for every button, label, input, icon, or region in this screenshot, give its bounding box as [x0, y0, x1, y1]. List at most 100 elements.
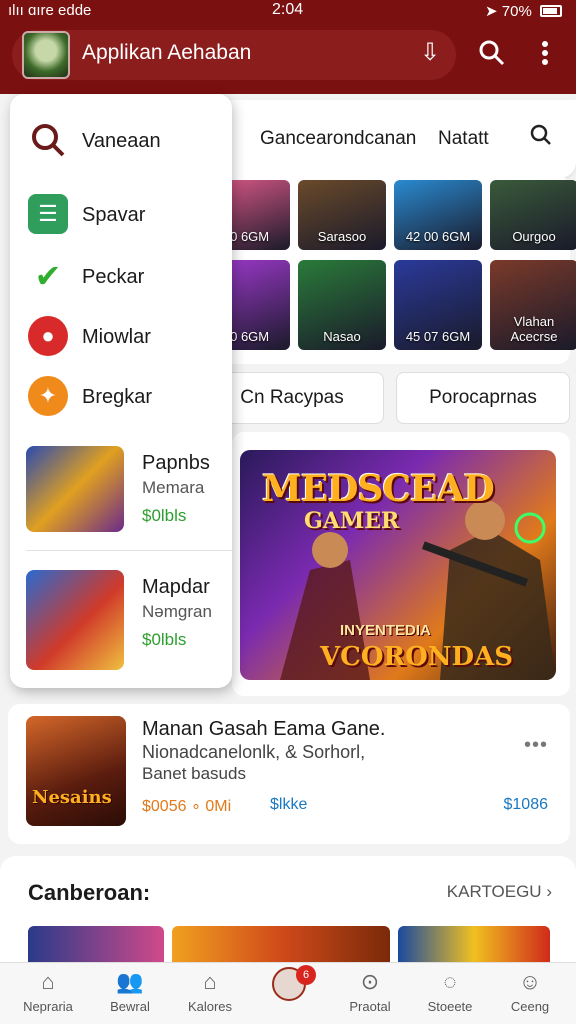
- featured-footer-small: INYENTEDIA: [340, 622, 431, 639]
- nav-label: Bewral: [110, 999, 150, 1014]
- app-title: Applikan Aehaban: [82, 41, 252, 64]
- category-thumb[interactable]: [172, 926, 390, 964]
- tab-new[interactable]: Natatt: [438, 128, 489, 150]
- game-tile[interactable]: Sarasoo: [298, 180, 386, 250]
- thumbnail-title: Nesains: [32, 787, 112, 808]
- drawer-item-label: Miowlar: [82, 326, 151, 348]
- nav-item-chat[interactable]: ◌ Stoeete: [410, 969, 490, 1014]
- game-price: $0lbls: [142, 506, 187, 525]
- drawer-item-peckar[interactable]: ✔ Peckar: [10, 252, 232, 302]
- nav-item-explore[interactable]: ⊙ Praotal: [330, 969, 410, 1014]
- featured-banner[interactable]: MEDSCEAD GAMER INYENTEDIA VCORONDAS: [232, 432, 570, 696]
- chevron-right-icon: ›: [546, 882, 552, 901]
- featured-footer: VCORONDAS: [320, 642, 514, 672]
- game-tile[interactable]: 42 00 6GM: [394, 180, 482, 250]
- star-icon: ✦: [28, 376, 68, 416]
- section-link-label: KARTOEGU: [446, 882, 542, 901]
- home-icon: ⌂: [41, 969, 55, 994]
- status-bar: ılıı ɑıre edde 2:04 ➤ 70%: [0, 0, 576, 22]
- more-options-icon[interactable]: •••: [524, 734, 548, 757]
- nav-label: Stoeete: [427, 999, 473, 1014]
- tile-label: Nasao: [323, 329, 361, 344]
- filter-chip[interactable]: Porocaprnas: [396, 372, 570, 424]
- nav-item-people[interactable]: 👥 Bewral: [90, 969, 170, 1014]
- bag-icon: ⌂: [203, 969, 217, 994]
- game-thumbnail: [26, 570, 124, 670]
- check-icon: ✔: [34, 258, 62, 294]
- nav-label: Ceeng: [510, 999, 550, 1014]
- bottom-navigation: ⌂ Nepraria 👥 Bewral ⌂ Kalores 6 ⊙ Praota…: [0, 962, 576, 1024]
- game-tile[interactable]: 45 07 6GM: [394, 260, 482, 350]
- game-developer: Nionadcanelonlk, & Sorhorl,: [142, 742, 366, 762]
- battery-icon: [540, 5, 562, 17]
- pin-icon: ●: [28, 316, 68, 356]
- game-tile-grid: 10 6GM Sarasoo 42 00 6GM Ourgoo 10 6GM N…: [200, 176, 576, 364]
- game-tile[interactable]: Ourgoo: [490, 180, 576, 250]
- nav-item-bag[interactable]: ⌂ Kalores: [170, 969, 250, 1014]
- tile-label: Ourgoo: [512, 229, 556, 244]
- game-thumbnail: Nesains: [26, 716, 126, 826]
- notification-badge: 6: [296, 965, 316, 985]
- featured-art: MEDSCEAD GAMER INYENTEDIA VCORONDAS: [240, 450, 556, 680]
- tile-label: Sarasoo: [317, 229, 367, 244]
- search-icon: ⊙: [360, 969, 380, 994]
- location-icon: ➤: [485, 3, 498, 20]
- people-icon: 👥: [116, 969, 144, 994]
- game-tile[interactable]: Vlahan Acecrse: [490, 260, 576, 350]
- drawer-item-search[interactable]: Vaneaan: [10, 116, 232, 166]
- tab-category[interactable]: Gancearondcanan: [260, 128, 416, 150]
- game-thumbnail: [26, 446, 124, 532]
- drawer-item-label: Bregkar: [82, 386, 153, 408]
- drawer-item-spavar[interactable]: ☰ Spavar: [10, 190, 232, 240]
- carrier-label: ılıı ɑıre edde: [8, 2, 92, 19]
- drawer-game-card[interactable]: Papnbs Memara $0lbls: [10, 446, 232, 566]
- section-title: Canberoan:: [28, 880, 151, 905]
- tile-label: 45 07 6GM: [405, 329, 471, 344]
- user-icon: ☺: [518, 969, 542, 994]
- battery-percent: 70%: [501, 3, 532, 20]
- section-link[interactable]: KARTOEGU ›: [447, 882, 552, 902]
- nav-label: Praotal: [349, 999, 391, 1014]
- game-price-right[interactable]: $1086: [504, 796, 549, 814]
- game-tile[interactable]: Nasao: [298, 260, 386, 350]
- drawer-game-card[interactable]: Mapdar Nəmgran $0lbls: [10, 570, 232, 690]
- game-name: Mapdar: [142, 576, 210, 598]
- drawer-item-label: Peckar: [82, 266, 145, 288]
- list-icon: ☰: [28, 194, 68, 234]
- app-bar: Applikan Aehaban ⇩: [0, 22, 576, 94]
- tab-search-icon[interactable]: [530, 124, 552, 152]
- game-developer: Memara: [142, 478, 205, 497]
- category-thumb[interactable]: [398, 926, 550, 964]
- featured-title: MEDSCEAD: [262, 468, 495, 510]
- search-icon[interactable]: [478, 39, 506, 74]
- app-logo: [22, 31, 70, 79]
- game-name: Papnbs: [142, 452, 210, 474]
- featured-subtitle: GAMER: [304, 508, 400, 534]
- category-thumb[interactable]: [28, 926, 164, 964]
- search-icon: [28, 120, 68, 160]
- tile-label: 42 00 6GM: [405, 229, 471, 244]
- drawer-item-miowlar[interactable]: ● Miowlar: [10, 312, 232, 362]
- game-category: Banet basuds: [142, 764, 246, 783]
- nav-label: Kalores: [187, 999, 233, 1014]
- drawer-item-bregkar[interactable]: ✦ Bregkar: [10, 372, 232, 422]
- game-developer: Nəmgran: [142, 602, 212, 621]
- drawer-item-label: Spavar: [82, 204, 146, 226]
- nav-item-home[interactable]: ⌂ Nepraria: [8, 969, 88, 1014]
- chat-icon: ◌: [443, 969, 457, 994]
- battery-indicator: ➤ 70%: [485, 2, 562, 20]
- game-title: Manan Gasah Eama Gane.: [142, 718, 386, 740]
- clock: 2:04: [272, 1, 304, 18]
- drawer-item-label: Vaneaan: [82, 130, 161, 152]
- game-list-item[interactable]: Nesains Manan Gasah Eama Gane. Nionadcan…: [8, 704, 570, 844]
- overflow-menu-icon[interactable]: [540, 39, 550, 74]
- bookmark-icon[interactable]: ⇩: [420, 39, 440, 67]
- nav-label: Nepraria: [23, 999, 73, 1014]
- navigation-drawer: Vaneaan ☰ Spavar ✔ Peckar ● Miowlar ✦ Br…: [10, 94, 232, 688]
- tile-label: Vlahan Acecrse: [510, 314, 558, 344]
- game-price-alt: $lkke: [270, 796, 308, 813]
- game-price: $0056 ∘ 0Mi: [142, 798, 232, 815]
- divider: [26, 550, 232, 551]
- nav-item-profile[interactable]: ☺ Ceeng: [490, 969, 570, 1014]
- game-price: $0lbls: [142, 630, 187, 649]
